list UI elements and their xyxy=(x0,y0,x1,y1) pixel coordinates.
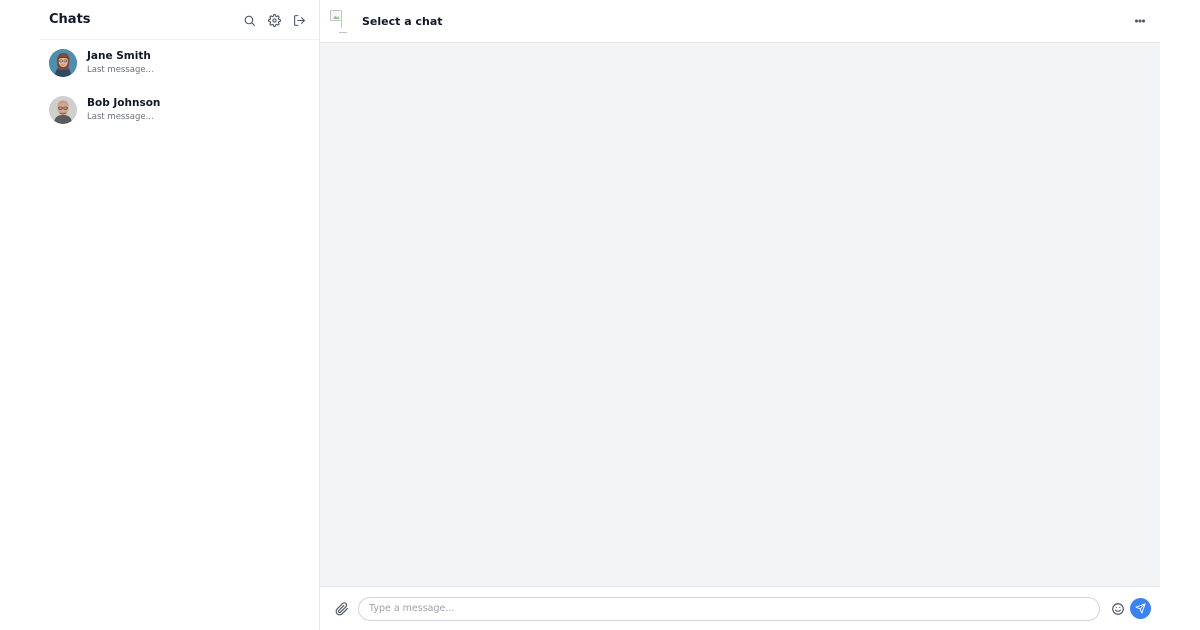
chat-app: Chats Jane Smith Last message... Bob Joh… xyxy=(40,0,1160,630)
paperclip-icon xyxy=(335,601,349,615)
woman-avatar xyxy=(49,49,77,78)
chat-item-text: Bob Johnson Last message... xyxy=(87,97,160,123)
chat-list: Jane Smith Last message... Bob Johnson L… xyxy=(40,40,319,133)
search-icon xyxy=(244,15,255,26)
chat-item-bob-johnson[interactable]: Bob Johnson Last message... xyxy=(40,87,319,134)
chat-main: Select a chat xyxy=(320,0,1160,630)
settings-button[interactable] xyxy=(262,8,286,32)
emoji-button[interactable] xyxy=(1106,597,1130,621)
chat-header: Select a chat xyxy=(320,0,1160,43)
message-area xyxy=(320,43,1160,586)
chat-item-name: Jane Smith xyxy=(87,50,151,63)
send-icon xyxy=(1135,603,1146,614)
broken-image-icon xyxy=(329,9,353,33)
search-button[interactable] xyxy=(237,8,261,32)
gear-icon xyxy=(267,13,281,27)
logout-icon xyxy=(293,14,305,26)
chat-item-name: Bob Johnson xyxy=(87,96,161,109)
sidebar-title: Chats xyxy=(49,12,91,27)
sidebar-actions xyxy=(237,8,311,32)
message-input[interactable] xyxy=(358,596,1100,621)
smile-icon xyxy=(1112,602,1124,615)
logout-button[interactable] xyxy=(287,8,311,32)
chat-menu-button[interactable] xyxy=(1128,9,1152,33)
send-button[interactable] xyxy=(1130,598,1151,619)
chat-item-jane-smith[interactable]: Jane Smith Last message... xyxy=(40,40,319,87)
chat-item-preview: Last message... xyxy=(87,65,154,76)
contact-avatar xyxy=(329,9,353,33)
attach-button[interactable] xyxy=(330,597,354,621)
more-horizontal-icon xyxy=(1134,19,1146,23)
chat-item-preview: Last message... xyxy=(87,111,154,122)
message-composer xyxy=(320,586,1160,630)
chat-sidebar: Chats Jane Smith Last message... Bob Joh… xyxy=(40,0,320,630)
chat-title: Select a chat xyxy=(362,14,443,28)
chat-item-text: Jane Smith Last message... xyxy=(87,50,154,76)
sidebar-header: Chats xyxy=(40,0,319,40)
man-avatar xyxy=(49,95,77,124)
